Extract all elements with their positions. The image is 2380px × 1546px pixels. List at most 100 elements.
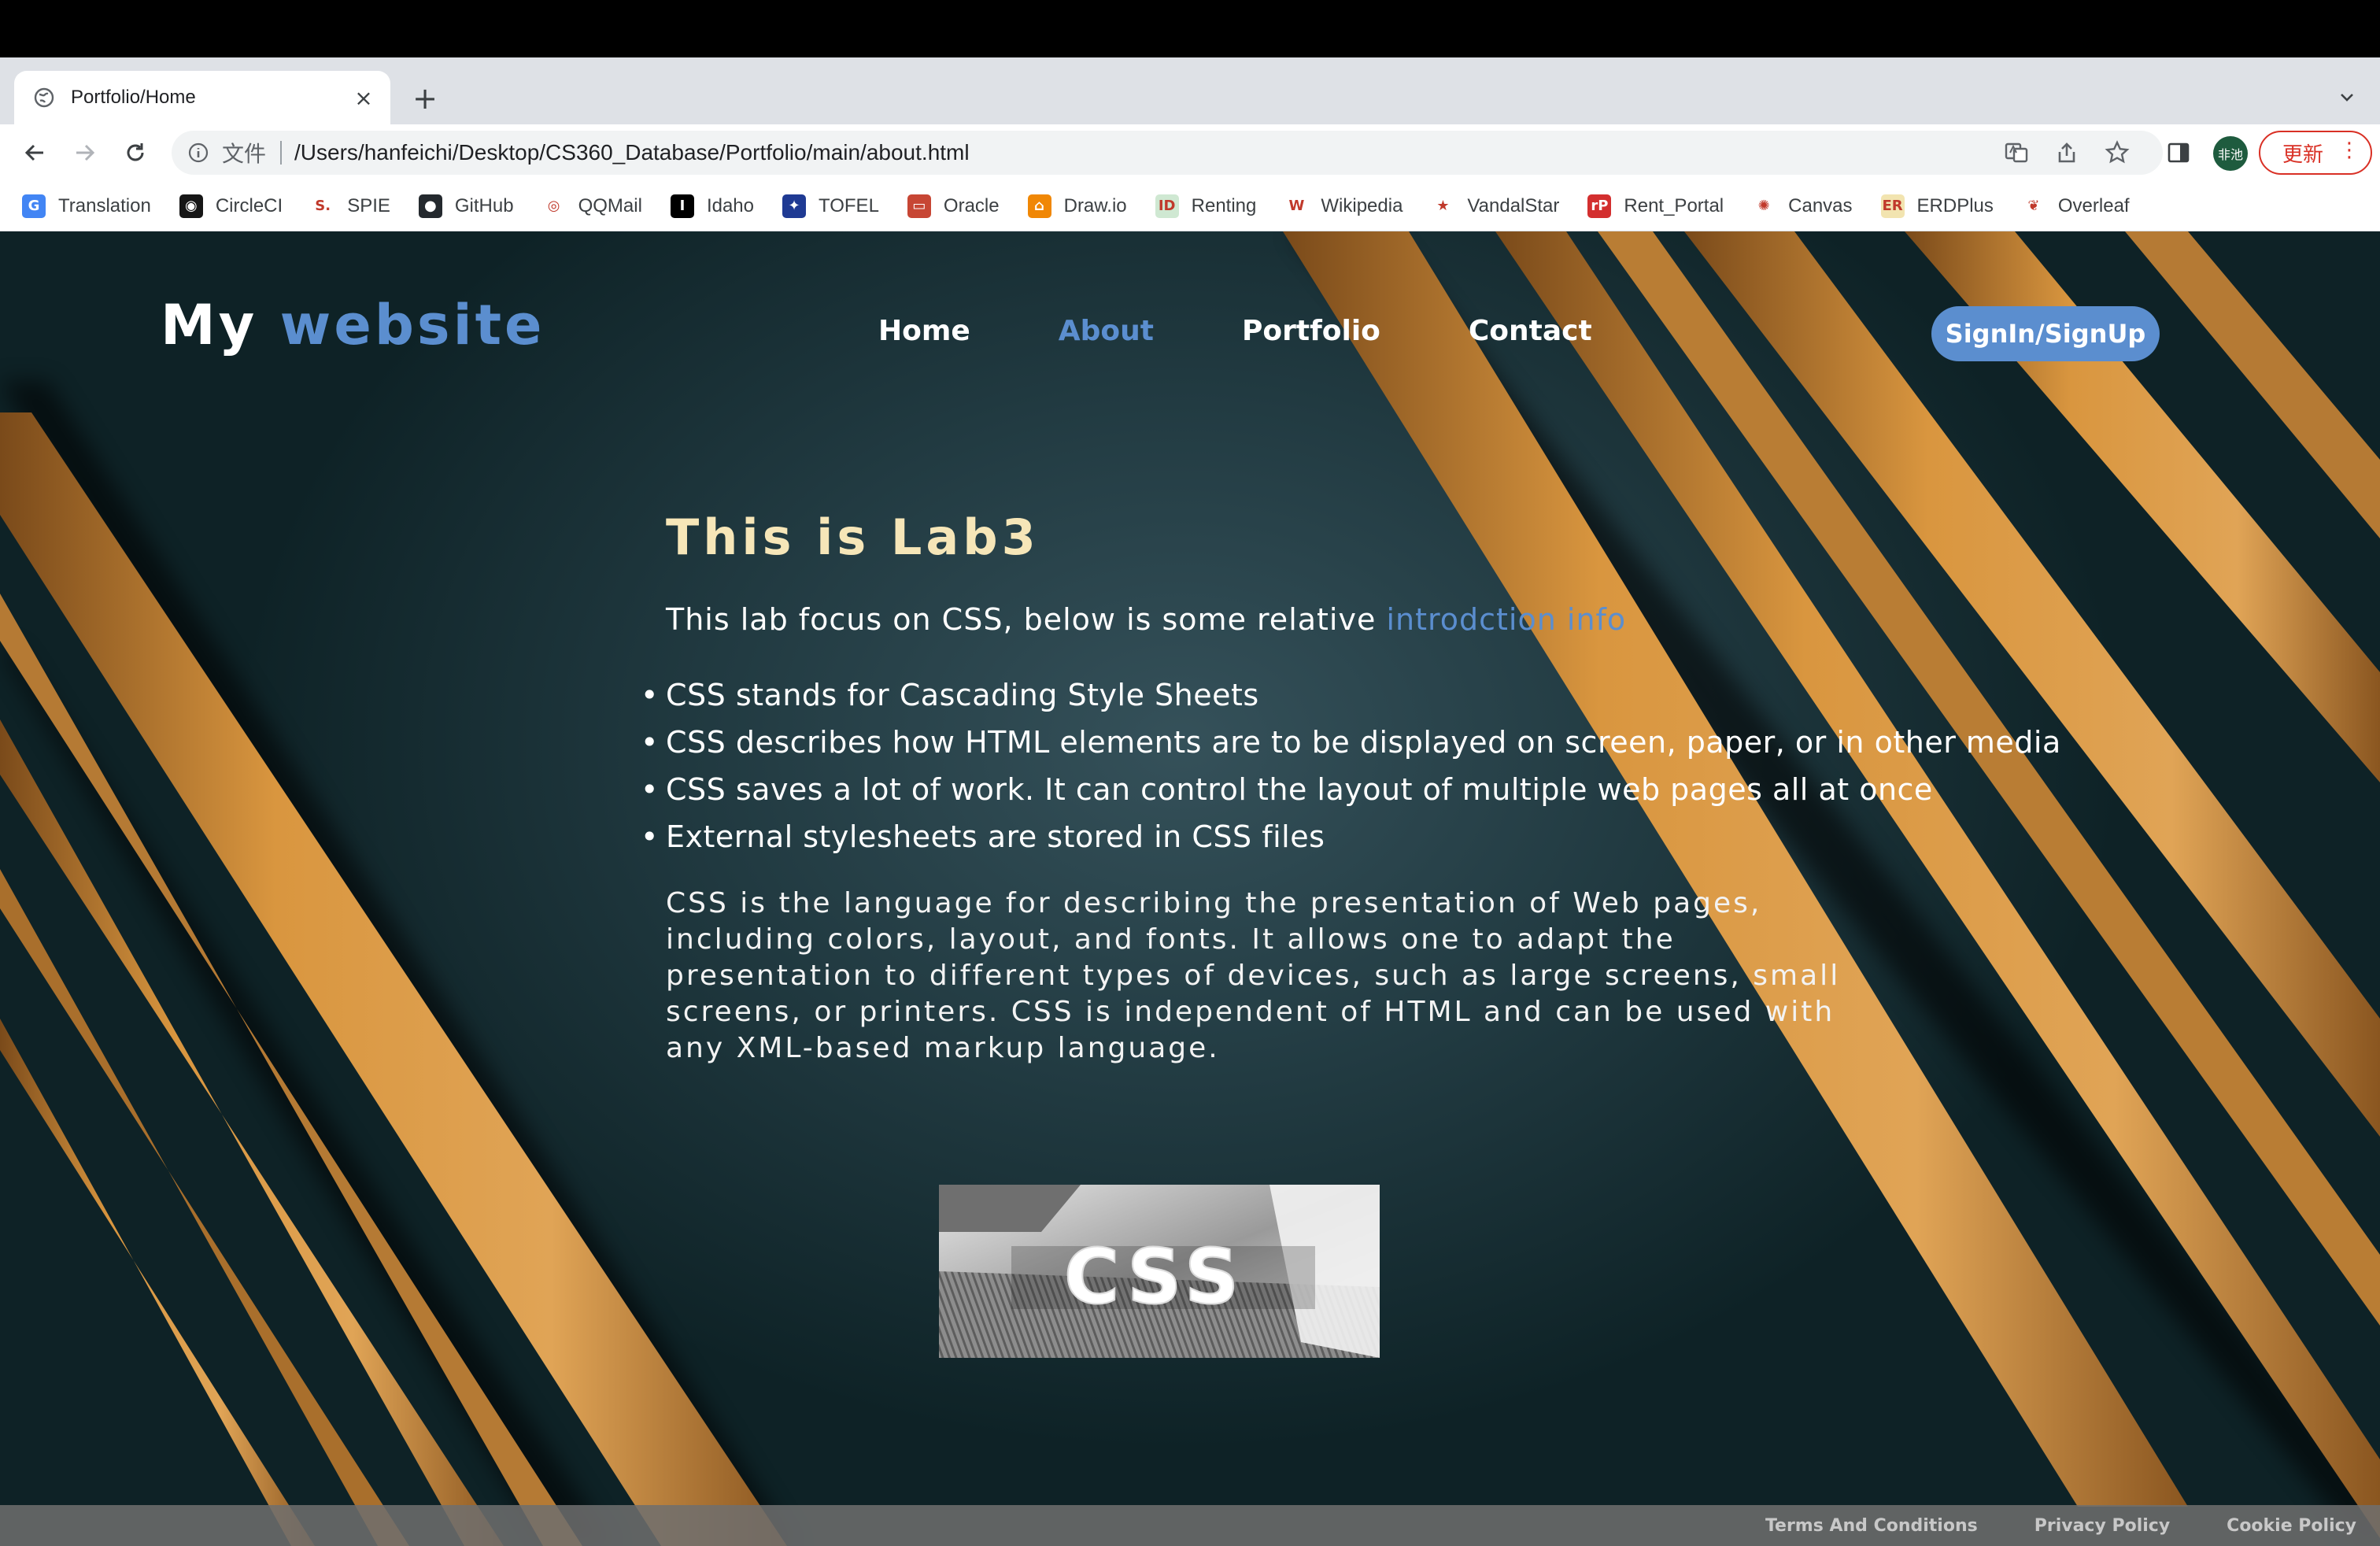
update-label: 更新 [2282,142,2324,167]
canvas-icon: ✺ [1752,194,1776,218]
update-button[interactable]: 更新 ⋮ [2259,131,2372,175]
bookmark-item[interactable]: ✺ Canvas [1752,187,1853,225]
signin-signup-button[interactable]: SignIn/SignUp [1931,306,2160,361]
divider [280,141,283,165]
bookmark-label: SPIE [347,194,390,216]
bookmark-item[interactable]: rP Rent_Portal [1587,187,1724,225]
bookmark-label: TOFEL [819,194,879,216]
bookmark-item[interactable]: ID Renting [1155,187,1257,225]
bookmark-label: Overleaf [2057,194,2130,216]
idaho-icon: I [670,194,694,218]
address-bar[interactable]: 文件 /Users/hanfeichi/Desktop/CS360_Databa… [172,131,2163,175]
bookmark-item[interactable]: ● GitHub [418,187,514,225]
profile-avatar[interactable]: 非池 [2213,136,2248,171]
os-top-bar [0,0,2380,57]
page-title: This is Lab3 [666,509,1040,566]
intro-text: This lab focus on CSS, below is some rel… [666,602,2004,637]
list-item: External stylesheets are stored in CSS f… [641,813,2004,860]
bookmark-label: VandalStar [1467,194,1560,216]
nav-about[interactable]: About [1059,315,1154,347]
translate-icon[interactable] [1999,135,2034,170]
bookmark-label: GitHub [454,194,514,216]
bookmarks-bar: G Translation ◉ CircleCI S. SPIE ● GitHub ◎ QQMai… [0,181,2380,231]
vandalstar-icon: ★ [1431,194,1455,218]
overleaf-icon: ❦ [2021,194,2046,218]
bookmark-label: QQMail [578,194,642,216]
spie-icon: S. [311,194,335,218]
nav-home[interactable]: Home [878,315,970,347]
css-description-paragraph: CSS is the language for describing the p… [666,887,1841,1064]
bookmark-label: ERDPlus [1916,194,1994,216]
web-page: My website Home About Portfolio Contact … [0,231,2380,1546]
wikipedia-icon: W [1284,194,1309,218]
bookmark-item[interactable]: ▭ Oracle [907,187,1000,225]
main-content: This is Lab3 This lab focus on CSS, belo… [641,509,2060,1067]
tofel-icon: ✦ [782,194,806,218]
terms-link[interactable]: Terms And Conditions [1765,1516,1978,1536]
privacy-link[interactable]: Privacy Policy [2034,1516,2170,1536]
site-logo[interactable]: My website [161,293,545,357]
list-item: CSS describes how HTML elements are to b… [641,719,2060,766]
circleci-icon: ◉ [179,194,203,218]
bookmark-label: Draw.io [1063,194,1127,216]
logo-main: My [161,293,258,357]
bookmark-item[interactable]: ⌂ Draw.io [1027,187,1127,225]
qqmail-icon: ◎ [541,194,566,218]
bookmark-item[interactable]: S. SPIE [311,187,390,225]
bookmark-label: Wikipedia [1321,194,1403,216]
list-item: CSS stands for Cascading Style Sheets [641,671,2004,719]
bookmark-item[interactable]: ◉ CircleCI [179,187,283,225]
main-nav: Home About Portfolio Contact [878,315,1680,347]
logo-accent: website [279,293,545,357]
bookmark-star-icon[interactable] [2100,135,2134,170]
oracle-icon: ▭ [907,194,931,218]
bookmark-item[interactable]: ❦ Overleaf [2021,187,2130,225]
page-footer: Terms And Conditions Privacy Policy Cook… [0,1505,2380,1546]
chevron-down-icon[interactable] [2331,81,2363,113]
bookmark-item[interactable]: ★ VandalStar [1431,187,1559,225]
bookmark-label: Renting [1191,194,1257,216]
erdplus-icon: ER [1880,194,1905,218]
share-icon[interactable] [2049,135,2084,170]
bookmark-item[interactable]: ✦ TOFEL [782,187,879,225]
back-icon[interactable] [17,135,52,170]
intro-link[interactable]: introdction info [1386,602,1626,637]
bookmark-item[interactable]: ◎ QQMail [541,187,642,225]
forward-icon[interactable] [68,135,102,170]
bookmark-label: Translation [58,194,151,216]
browser-tab-strip: Portfolio/Home × + [0,57,2380,124]
more-menu-icon[interactable]: ⋮ [2339,140,2360,161]
renting-icon: ID [1155,194,1179,218]
google-translate-icon: G [22,194,46,218]
bookmark-item[interactable]: G Translation [22,187,151,225]
bookmark-label: Rent_Portal [1624,194,1724,216]
globe-icon [33,87,55,109]
bookmark-item[interactable]: ER ERDPlus [1880,187,1994,225]
bookmark-item[interactable]: I Idaho [670,187,754,225]
browser-tab[interactable]: Portfolio/Home × [14,71,390,124]
info-icon[interactable] [184,139,213,167]
css-facts-list: CSS stands for Cascading Style Sheets CS… [641,671,2060,860]
drawio-icon: ⌂ [1027,194,1051,218]
reload-icon[interactable] [118,135,153,170]
bookmark-item[interactable]: W Wikipedia [1284,187,1402,225]
rent-portal-icon: rP [1587,194,1612,218]
css-image-text: CSS [1064,1233,1245,1321]
css-banner-image: CSS [939,1185,1380,1358]
nav-contact[interactable]: Contact [1469,315,1592,347]
bookmark-label: Idaho [706,194,754,216]
side-panel-icon[interactable] [2161,135,2196,170]
bookmark-label: CircleCI [215,194,283,216]
bookmark-label: Canvas [1788,194,1853,216]
browser-toolbar: 文件 /Users/hanfeichi/Desktop/CS360_Databa… [0,124,2380,181]
nav-portfolio[interactable]: Portfolio [1242,315,1380,347]
github-icon: ● [418,194,442,218]
file-scheme-label: 文件 [222,142,267,166]
cookie-link[interactable]: Cookie Policy [2227,1516,2356,1536]
url-text[interactable]: /Users/hanfeichi/Desktop/CS360_Database/… [294,140,970,165]
close-icon[interactable]: × [348,82,379,113]
bookmark-label: Oracle [943,194,1000,216]
intro-static: This lab focus on CSS, below is some rel… [666,602,1387,637]
new-tab-button[interactable]: + [406,80,444,117]
list-item: CSS saves a lot of work. It can control … [641,766,2004,813]
